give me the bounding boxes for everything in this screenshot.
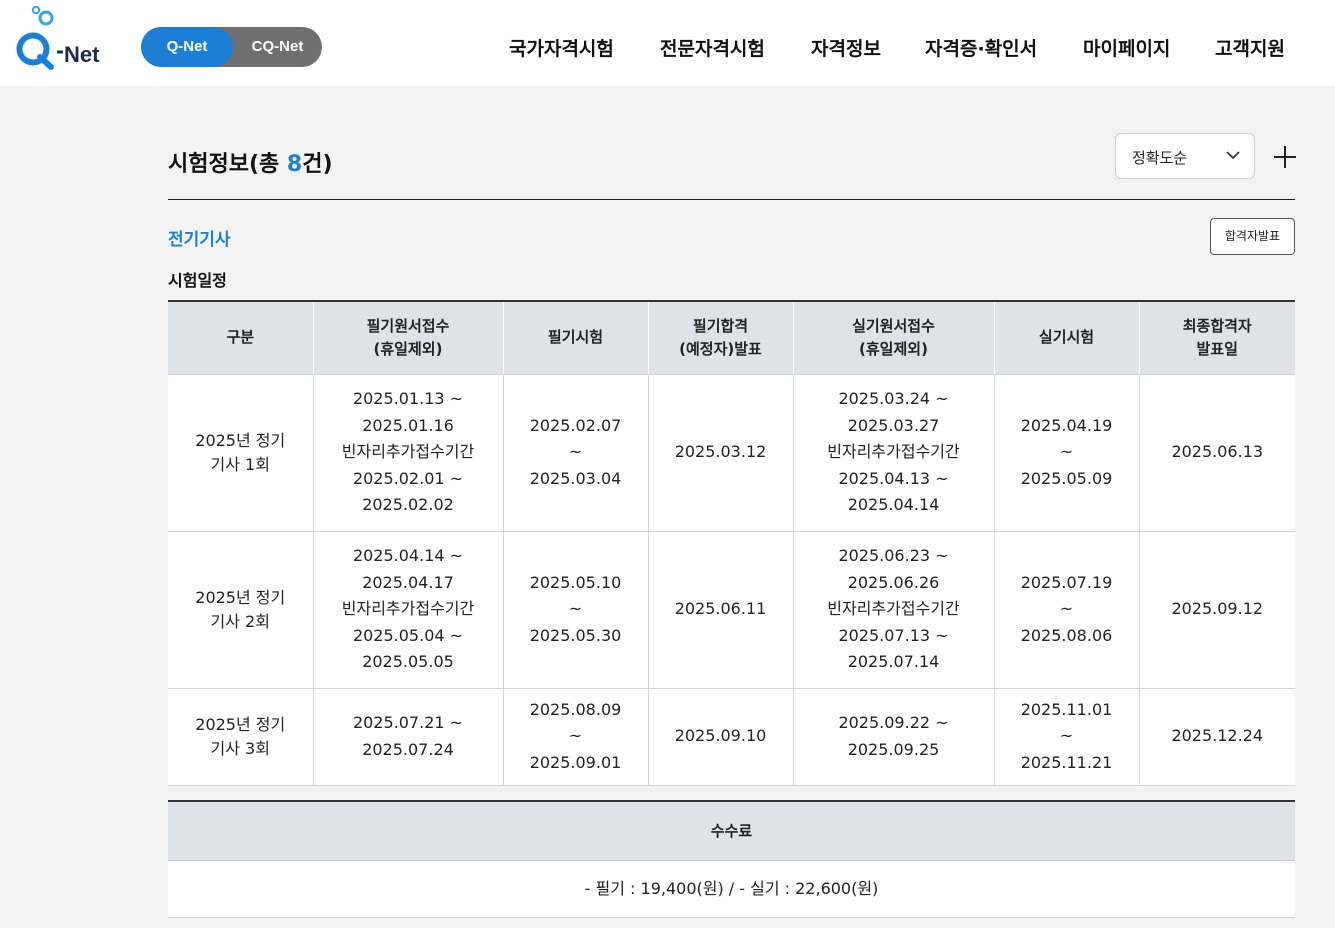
- cell-category: 2025년 정기 기사 2회: [168, 531, 314, 689]
- cell-category: 2025년 정기 기사 1회: [168, 374, 314, 532]
- header-practical-application: 실기원서접수 (휴일제외): [793, 301, 995, 375]
- cell-written-result: 2025.03.12: [648, 374, 794, 532]
- header-written-application: 필기원서접수 (휴일제외): [313, 301, 504, 375]
- cell-category: 2025년 정기 기사 3회: [168, 688, 314, 786]
- cell-written-result: 2025.09.10: [648, 688, 794, 786]
- cell-written-application: 2025.01.13 ~ 2025.01.16 빈자리추가접수기간 2025.0…: [313, 374, 504, 532]
- cell-written-exam: 2025.08.09 ~ 2025.09.01: [503, 688, 649, 786]
- header-final-result: 최종합격자 발표일: [1139, 301, 1295, 375]
- table-row: 2025년 정기 기사 2회 2025.04.14 ~ 2025.04.17 빈…: [168, 531, 1295, 689]
- fee-header: 수수료: [168, 802, 1295, 861]
- title-prefix: 시험정보(총: [168, 152, 287, 177]
- nav-support[interactable]: 고객지원: [1215, 34, 1285, 61]
- fee-table: 수수료 - 필기 : 19,400(원) / - 실기 : 22,600(원): [168, 800, 1295, 918]
- cell-practical-exam: 2025.04.19 ~ 2025.05.09: [994, 374, 1140, 532]
- pass-announcement-button[interactable]: 합격자발표: [1210, 218, 1295, 255]
- table-header-row: 구분 필기원서접수 (휴일제외) 필기시험 필기합격 (예정자)발표 실기원서접…: [168, 301, 1295, 375]
- nav-qualification-info[interactable]: 자격정보: [811, 34, 881, 61]
- table-row: 2025년 정기 기사 1회 2025.01.13 ~ 2025.01.16 빈…: [168, 374, 1295, 532]
- cell-practical-application: 2025.06.23 ~ 2025.06.26 빈자리추가접수기간 2025.0…: [793, 531, 995, 689]
- nav-mypage[interactable]: 마이페이지: [1083, 34, 1170, 61]
- header-category: 구분: [168, 301, 314, 375]
- cell-written-exam: 2025.02.07 ~ 2025.03.04: [503, 374, 649, 532]
- site-header: Net Q-Net CQ-Net 국가자격시험 전문자격시험 자격정보 자격증·…: [0, 0, 1335, 86]
- qualification-name-link[interactable]: 전기기사: [168, 225, 231, 250]
- header-written-exam: 필기시험: [503, 301, 649, 375]
- nav-national-exam[interactable]: 국가자격시험: [509, 34, 614, 61]
- divider: [168, 199, 1295, 200]
- sort-select[interactable]: 정확도순: [1115, 133, 1255, 179]
- cell-final-result: 2025.06.13: [1139, 374, 1295, 532]
- cell-practical-application: 2025.03.24 ~ 2025.03.27 빈자리추가접수기간 2025.0…: [793, 374, 995, 532]
- schedule-title: 시험일정: [168, 271, 227, 290]
- header-practical-exam: 실기시험: [994, 301, 1140, 375]
- sort-value: 정확도순: [1132, 149, 1188, 167]
- plus-icon[interactable]: [1272, 144, 1298, 170]
- title-suffix: 건): [302, 152, 333, 177]
- chevron-down-icon: [1226, 151, 1240, 160]
- cell-practical-application: 2025.09.22 ~ 2025.09.25: [793, 688, 995, 786]
- fee-value: - 필기 : 19,400(원) / - 실기 : 22,600(원): [168, 861, 1295, 918]
- header-written-result: 필기합격 (예정자)발표: [648, 301, 794, 375]
- result-count: 8: [286, 152, 303, 177]
- cell-practical-exam: 2025.07.19 ~ 2025.08.06: [994, 531, 1140, 689]
- cell-final-result: 2025.12.24: [1139, 688, 1295, 786]
- cell-written-application: 2025.04.14 ~ 2025.04.17 빈자리추가접수기간 2025.0…: [313, 531, 504, 689]
- nav-professional-exam[interactable]: 전문자격시험: [660, 34, 765, 61]
- nav-certificate[interactable]: 자격증·확인서: [925, 34, 1037, 61]
- cell-final-result: 2025.09.12: [1139, 531, 1295, 689]
- exam-schedule-table: 구분 필기원서접수 (휴일제외) 필기시험 필기합격 (예정자)발표 실기원서접…: [168, 300, 1295, 786]
- main-nav: 국가자격시험 전문자격시험 자격정보 자격증·확인서 마이페이지 고객지원: [0, 34, 1335, 60]
- results-title: 시험정보(총 8건): [168, 146, 333, 178]
- cell-written-exam: 2025.05.10 ~ 2025.05.30: [503, 531, 649, 689]
- cell-practical-exam: 2025.11.01 ~ 2025.11.21: [994, 688, 1140, 786]
- table-row: 2025년 정기 기사 3회 2025.07.21 ~ 2025.07.24 2…: [168, 688, 1295, 786]
- cell-written-application: 2025.07.21 ~ 2025.07.24: [313, 688, 504, 786]
- cell-written-result: 2025.06.11: [648, 531, 794, 689]
